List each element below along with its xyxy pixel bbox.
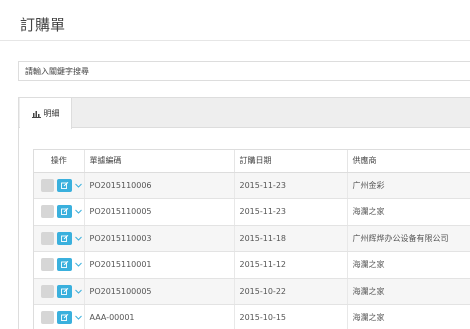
main-content: 明細 操作 單據編碼 訂購日期 供應商 PO20151100062015-11-… xyxy=(0,41,470,329)
cell-code: PO2015110006 xyxy=(84,172,235,199)
cell-code: PO2015100005 xyxy=(84,278,235,305)
cell-supplier: 海瀾之家 xyxy=(347,304,470,329)
detail-panel: 明細 操作 單據編碼 訂購日期 供應商 PO2015110006 2015-11-… xyxy=(18,97,470,329)
tab-bar: 明細 xyxy=(19,98,470,129)
row-actions xyxy=(34,304,85,329)
chevron-down-icon[interactable] xyxy=(75,315,82,320)
cell-supplier: 海瀾之家 xyxy=(347,198,470,226)
cell-supplier: 广州辉烨办公设备有限公司 xyxy=(347,225,470,252)
edit-icon xyxy=(60,208,68,216)
row-actions xyxy=(34,251,85,279)
cell-date: 2015-10-15 xyxy=(234,304,348,329)
column-header-date[interactable]: 訂購日期 xyxy=(234,150,348,173)
edit-button[interactable] xyxy=(57,178,72,192)
row-checkbox[interactable] xyxy=(41,178,54,192)
cell-code: AAA-00001 xyxy=(84,304,235,329)
chevron-down-icon[interactable] xyxy=(75,289,82,294)
cell-date: 2015-11-12 xyxy=(234,251,348,279)
row-checkbox[interactable] xyxy=(41,311,54,325)
row-checkbox[interactable] xyxy=(41,205,54,219)
table-row[interactable]: PO2015100005 2015-10-22 海瀾之家 xyxy=(34,278,470,305)
table-row[interactable]: AAA-00001 2015-10-15 海瀾之家 xyxy=(34,304,470,329)
edit-icon xyxy=(60,314,68,322)
tab-label: 明細 xyxy=(43,109,60,118)
row-checkbox[interactable] xyxy=(41,258,54,272)
edit-icon xyxy=(60,181,68,189)
cell-code: PO2015110001 xyxy=(84,251,235,279)
cell-date: 2015-10-22 xyxy=(234,278,348,305)
row-actions xyxy=(34,225,85,252)
orders-table: 操作 單據編碼 訂購日期 供應商 PO2015110006 2015-11-23 广… xyxy=(34,150,470,329)
edit-button[interactable] xyxy=(57,231,72,245)
column-header-actions[interactable]: 操作 xyxy=(34,150,85,173)
edit-button[interactable] xyxy=(57,284,72,298)
page-header: 訂購單 xyxy=(0,0,470,41)
cell-code: PO2015110003 xyxy=(84,225,235,252)
table-row[interactable]: PO2015110001 2015-11-12 海瀾之家 xyxy=(34,251,470,279)
cell-date: 2015-11-23 xyxy=(234,172,348,199)
chevron-down-icon[interactable] xyxy=(75,236,82,241)
row-checkbox[interactable] xyxy=(41,284,54,298)
chevron-down-icon[interactable] xyxy=(75,183,82,188)
table-row[interactable]: PO2015110006 2015-11-23 广州金彩 xyxy=(34,172,470,199)
cell-code: PO2015110005 xyxy=(84,198,235,226)
bar-chart-icon xyxy=(31,110,41,118)
orders-table-wrapper: 操作 單據編碼 訂購日期 供應商 PO2015110006 2015-11-23 广… xyxy=(33,149,470,329)
table-row[interactable]: PO2015110005 2015-11-23 海瀾之家 xyxy=(34,198,470,226)
edit-button[interactable] xyxy=(57,311,72,325)
edit-icon xyxy=(60,234,68,242)
edit-icon xyxy=(60,287,68,295)
edit-icon xyxy=(60,261,68,269)
edit-button[interactable] xyxy=(57,205,72,219)
table-header-row: 操作 單據編碼 訂購日期 供應商 xyxy=(34,150,470,173)
row-actions xyxy=(34,172,85,199)
edit-button[interactable] xyxy=(57,258,72,272)
cell-date: 2015-11-23 xyxy=(234,198,348,226)
search-input[interactable] xyxy=(18,61,470,81)
row-checkbox[interactable] xyxy=(41,231,54,245)
cell-date: 2015-11-18 xyxy=(234,225,348,252)
row-actions xyxy=(34,278,85,305)
chevron-down-icon[interactable] xyxy=(75,209,82,214)
table-row[interactable]: PO2015110003 2015-11-18 广州辉烨办公设备有限公司 xyxy=(34,225,470,252)
page-title: 訂購單 xyxy=(20,16,66,34)
column-header-supplier[interactable]: 供應商 xyxy=(347,150,470,173)
cell-supplier: 海瀾之家 xyxy=(347,278,470,305)
tab-details[interactable]: 明細 xyxy=(20,98,72,129)
row-actions xyxy=(34,198,85,226)
cell-supplier: 广州金彩 xyxy=(347,172,470,199)
column-header-code[interactable]: 單據編碼 xyxy=(84,150,235,173)
chevron-down-icon[interactable] xyxy=(75,262,82,267)
cell-supplier: 海瀾之家 xyxy=(347,251,470,279)
